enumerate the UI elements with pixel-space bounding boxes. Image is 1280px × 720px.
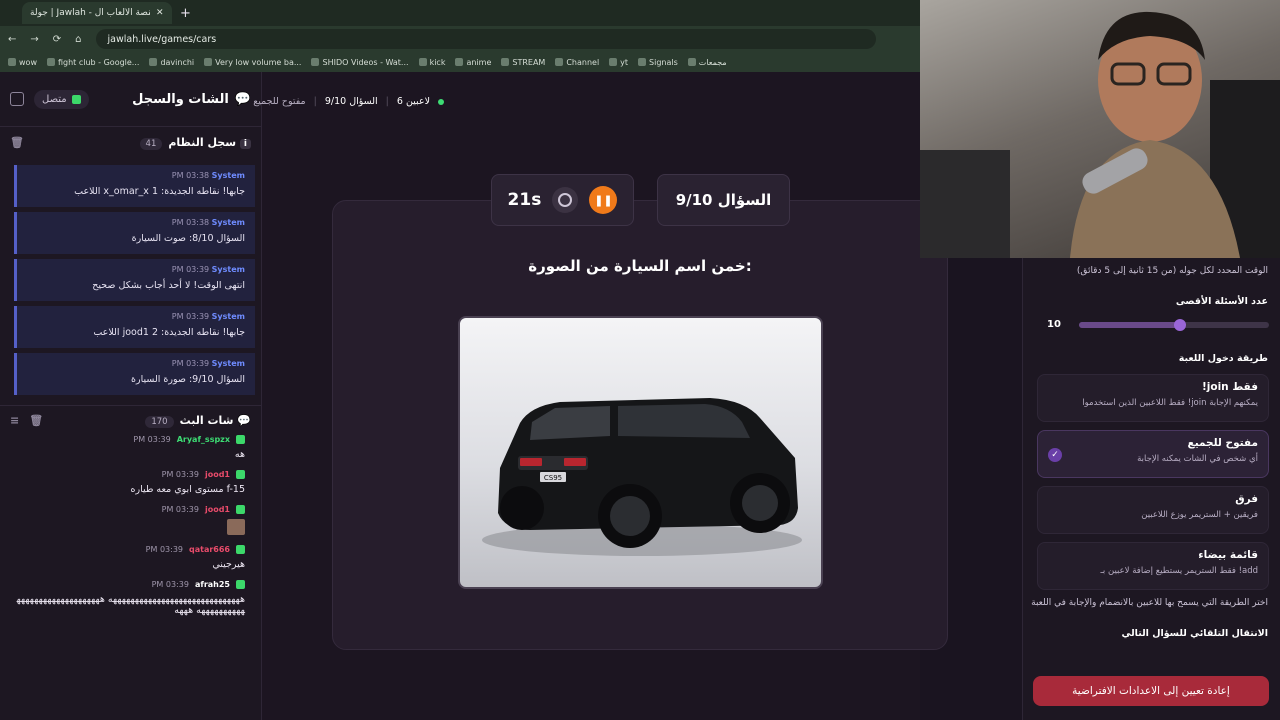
timer-panel: 21s ❚❚	[491, 174, 634, 226]
chat-message: PM 03:39 afrah25 ههههههههههههههههههههههههه…	[16, 580, 245, 616]
live-chat-count: 170	[145, 416, 174, 428]
clock-icon	[552, 187, 579, 213]
question-counter: السؤال 9/10	[657, 174, 790, 226]
trash-icon[interactable]: 🗑	[29, 414, 43, 427]
system-log-count: 41	[139, 137, 163, 150]
live-chat-header: ≡ 🗑 170 شات البث 💬	[0, 405, 261, 435]
home-icon[interactable]: ⌂	[75, 34, 81, 45]
bookmark[interactable]: kick	[418, 58, 445, 67]
join-option-whitelist[interactable]: قائمة بيضاء فقط الستريمر يستطيع إضافة لاع…	[1037, 542, 1269, 590]
breadcrumb-players: 6 لاعبين	[396, 96, 430, 107]
live-chat-title: شات البث	[179, 414, 234, 427]
bookmark[interactable]: SHIDO Videos - Wat...	[311, 58, 409, 67]
join-option-teams[interactable]: فرق فريقين + الستريمر يوزع اللاعبين	[1037, 486, 1269, 534]
kick-icon	[236, 505, 245, 514]
kick-icon	[236, 435, 245, 444]
trash-icon[interactable]: 🗑	[10, 136, 24, 149]
slider-fill	[1079, 322, 1180, 328]
chat-bubble-icon: 💬	[234, 91, 251, 107]
emote-image	[227, 519, 245, 535]
system-log-header: 🗑 41 سجل النظام i	[0, 127, 261, 157]
car-image: CS95	[458, 316, 823, 589]
slider-thumb[interactable]	[1173, 319, 1186, 331]
chat-panel: متصل الشات والسجل 💬 🗑 41 سجل النظام i PM 0…	[0, 72, 262, 720]
game-area: مفتوح للجميع | السؤال 9/10 | 6 لاعبين 21s …	[253, 72, 948, 720]
bookmark[interactable]: مجمعات	[687, 58, 727, 67]
chat-panel-header: متصل الشات والسجل 💬	[0, 72, 261, 127]
max-questions-label: عدد الأسئلة الأقصى	[1175, 296, 1268, 307]
chat-message: PM 03:39 qatar666 هيرجيني	[145, 545, 245, 570]
license-plate-text: CS95	[544, 474, 562, 482]
close-icon[interactable]: ✕	[156, 8, 164, 18]
chat-message: PM 03:39 Aryaf_sspzx هه	[133, 435, 245, 460]
streamer-silhouette	[920, 11, 1280, 258]
bookmark[interactable]: STREAM	[501, 58, 545, 67]
kick-icon	[71, 94, 81, 104]
kick-icon	[236, 580, 245, 589]
url-bar[interactable]: jawlah.live/games/cars	[95, 29, 876, 49]
bookmark[interactable]: anime	[455, 58, 491, 67]
back-icon[interactable]: ←	[8, 34, 16, 45]
max-questions-slider[interactable]	[1079, 319, 1269, 331]
breadcrumb-mode: مفتوح للجميع	[253, 96, 306, 107]
check-icon: ✓	[1048, 448, 1062, 462]
bookmark[interactable]: davinchi	[149, 58, 194, 67]
join-option-open[interactable]: ✓ مفتوح للجميع أي شخص في الشات يمكنه الإجا…	[1037, 430, 1269, 478]
tab-title: جولة | Jawlah - منصة الألعاب ال...	[30, 8, 150, 18]
system-log-list: PM 03:38 System اللاعب x_omar_x جابها! نق…	[0, 157, 261, 397]
forward-icon[interactable]: →	[30, 34, 38, 45]
new-tab-icon[interactable]: +	[180, 6, 191, 21]
live-chat-list: PM 03:39 Aryaf_sspzx هه PM 03:39 jood1 مستوى…	[0, 435, 261, 690]
max-questions-value: 10	[1047, 319, 1061, 330]
pause-button[interactable]: ❚❚	[589, 186, 618, 214]
bookmark[interactable]: fight club - Google...	[46, 58, 139, 67]
browser-tab[interactable]: جولة | Jawlah - منصة الألعاب ال... ✕	[22, 2, 172, 24]
online-dot-icon	[438, 98, 444, 105]
panel-title: الشات والسجل 💬	[132, 91, 251, 107]
system-message: PM 03:39 System اللاعب jood1 جابها! نقاطه…	[14, 306, 255, 348]
chat-bubble-icon: 💬	[237, 414, 251, 427]
bookmark[interactable]: Very low volume ba...	[204, 58, 301, 67]
kick-icon	[236, 470, 245, 479]
system-log-title: سجل النظام	[168, 135, 237, 149]
question-prompt: خمن اسم السيارة من الصورة:	[528, 257, 752, 275]
list-icon[interactable]: ≡	[10, 414, 19, 427]
bookmark[interactable]: Signals	[638, 58, 678, 67]
breadcrumb: مفتوح للجميع | السؤال 9/10 | 6 لاعبين	[253, 96, 444, 107]
settings-panel: الوقت المحدد لكل جوله (من 15 ثانية إلى 5…	[1022, 258, 1280, 720]
time-hint: الوقت المحدد لكل جوله (من 15 ثانية إلى 5…	[1076, 266, 1268, 276]
join-method-label: طريقة دخول اللعبة	[1178, 353, 1268, 364]
auto-next-label: الانتقال التلقائي للسؤال التالي	[1121, 628, 1268, 639]
bookmark[interactable]: Channel	[555, 58, 599, 67]
bookmark[interactable]: yt	[609, 58, 628, 67]
chat-message: PM 03:39 jood1	[16, 505, 245, 535]
address-toolbar: ← → ⟳ ⌂ jawlah.live/games/cars	[0, 26, 920, 52]
kick-icon	[236, 545, 245, 554]
info-icon: i	[239, 138, 251, 149]
url-text: jawlah.live/games/cars	[107, 33, 217, 45]
system-message: PM 03:39 System السؤال 9/10: صورة السيارة	[14, 353, 255, 395]
reload-icon[interactable]: ⟳	[53, 34, 61, 45]
breadcrumb-question: السؤال 9/10	[324, 96, 378, 107]
join-hint: اختر الطريقة التي يسمح بها للاعبين بالان…	[1031, 598, 1268, 608]
webcam-overlay	[920, 0, 1280, 258]
timer-value: 21s	[507, 190, 542, 210]
suv-illustration: CS95	[482, 398, 802, 556]
collapse-panel-icon[interactable]	[10, 92, 24, 106]
join-option-join-only[interactable]: !join فقط فقط اللاعبين الذين استخدموا !jo…	[1037, 374, 1269, 422]
browser-tab-strip: جولة | Jawlah - منصة الألعاب ال... ✕ +	[0, 0, 920, 26]
system-message: PM 03:39 System انتهى الوقت! لا أحد أجاب …	[14, 259, 255, 301]
chat-message: PM 03:39 jood1 مستوى ابوي معه طياره f-15	[130, 470, 245, 495]
system-message: PM 03:38 System السؤال 8/10: صوت السيارة	[14, 212, 255, 254]
bookmark[interactable]: wow	[8, 58, 37, 67]
system-message: PM 03:38 System اللاعب x_omar_x جابها! نق…	[14, 165, 255, 207]
reset-defaults-button[interactable]: إعادة تعيين إلى الاعدادات الافتراضية	[1033, 676, 1269, 706]
connection-status-badge: متصل	[34, 89, 89, 109]
